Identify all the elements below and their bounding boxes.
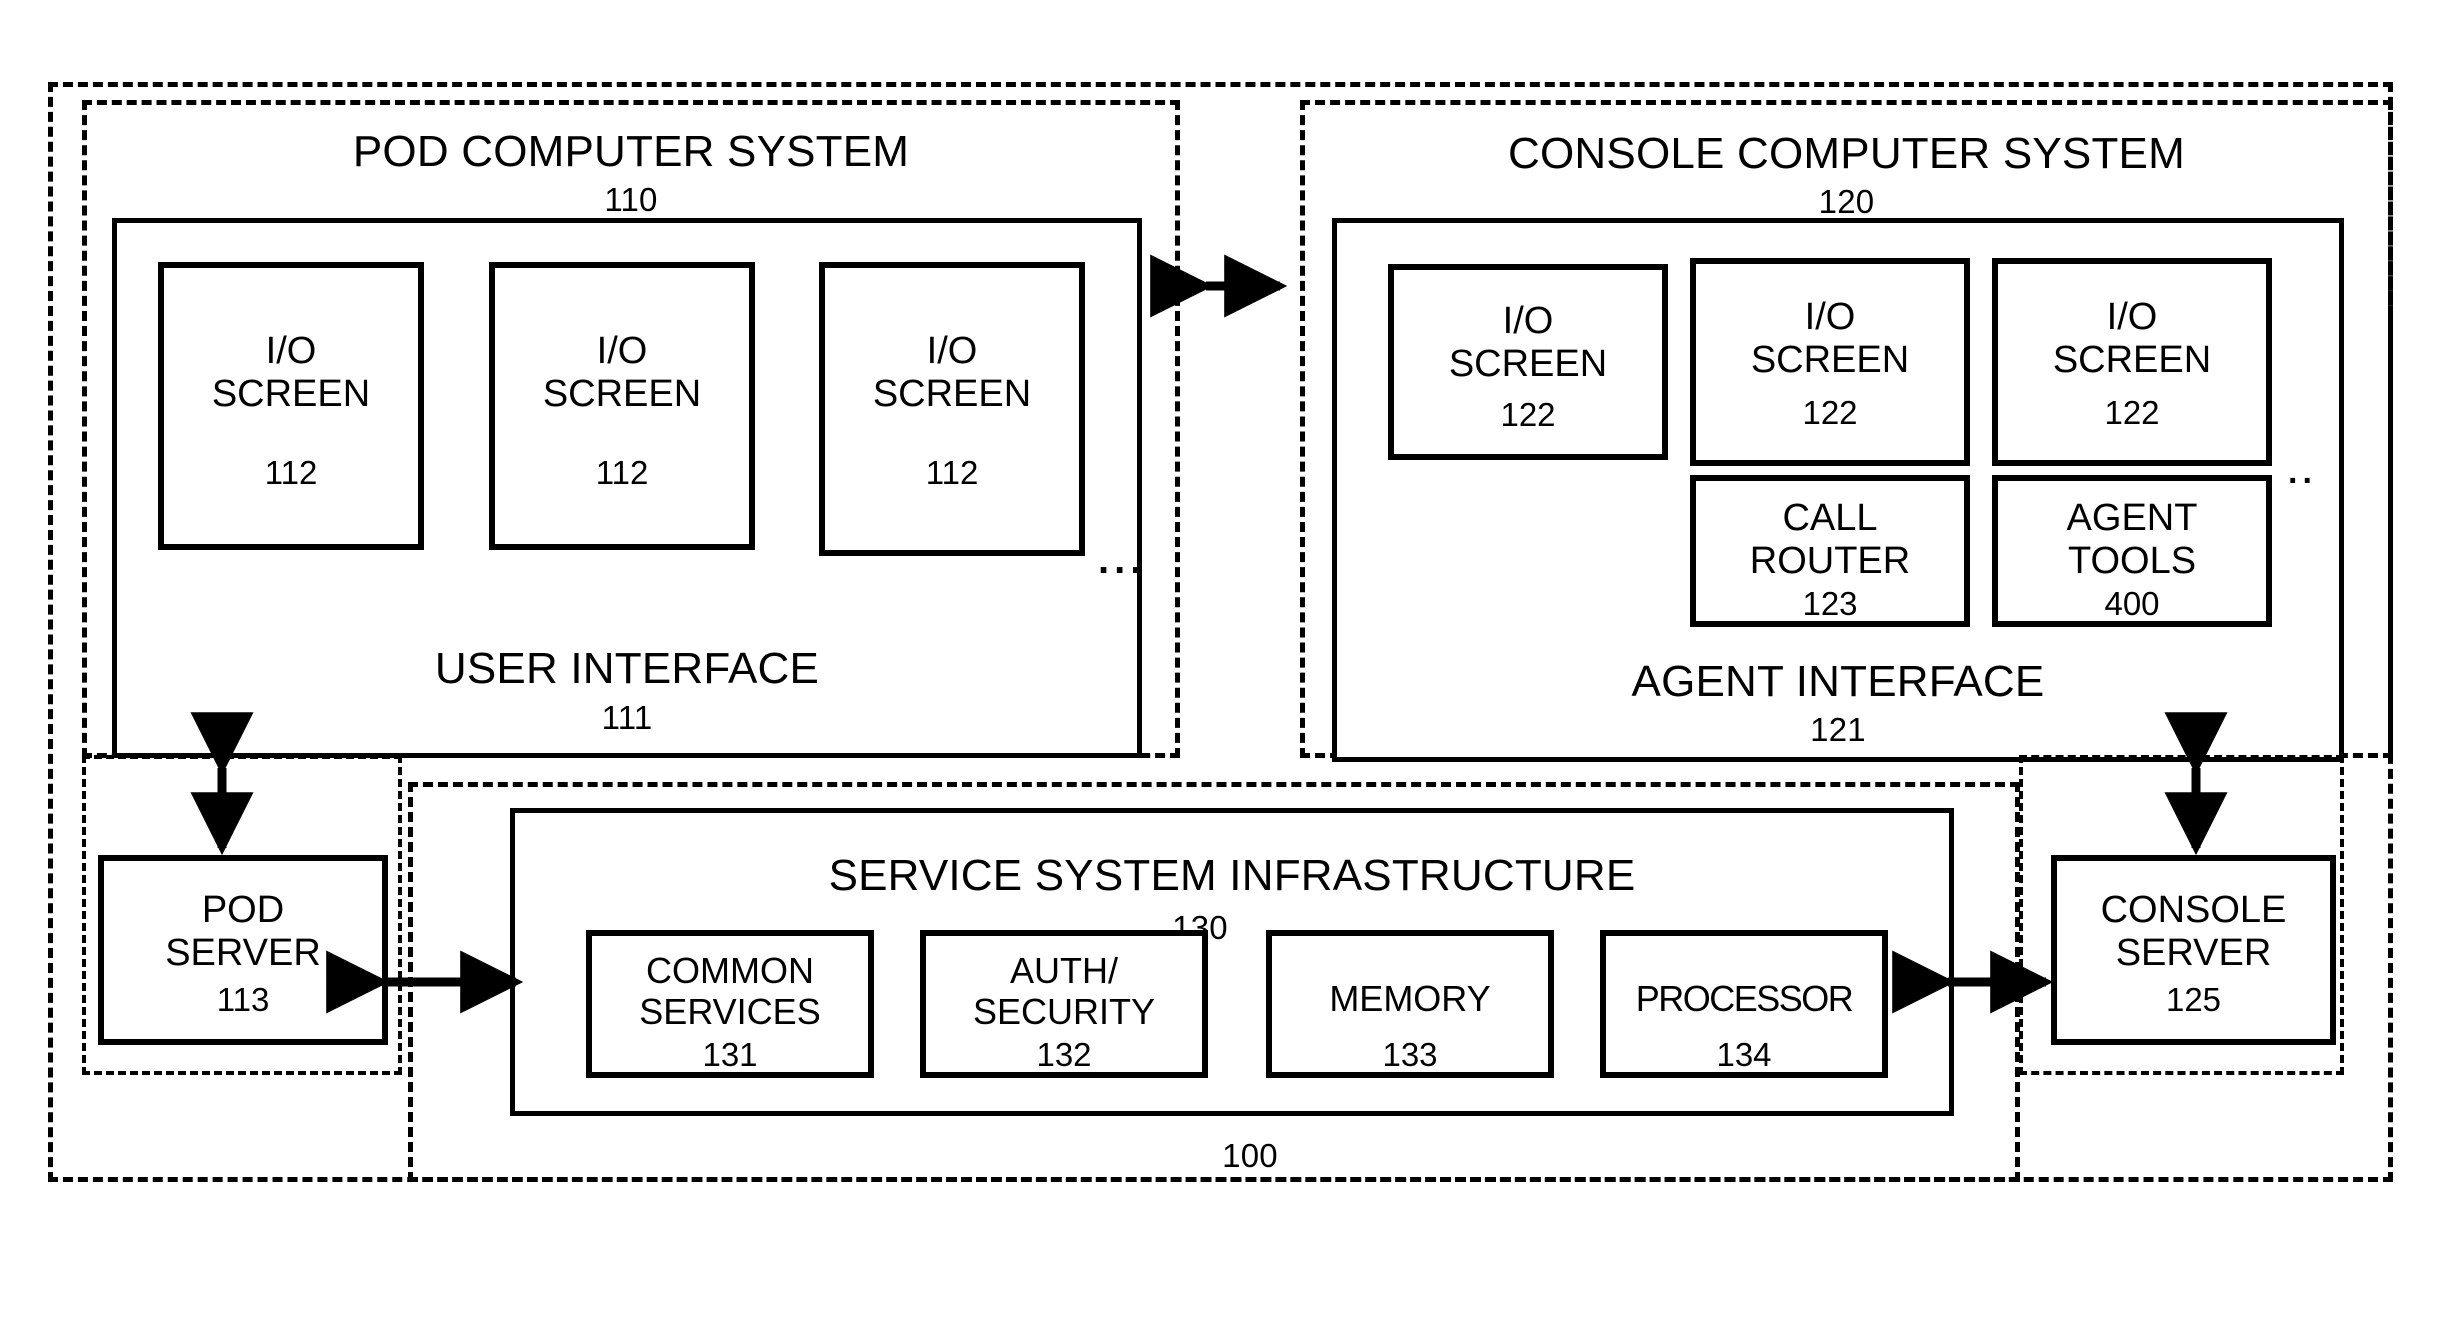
pod-server-box[interactable]: POD SERVER 113: [98, 855, 388, 1045]
pod-server-line1: POD: [201, 889, 285, 931]
console-io-screen-1-line1: I/O: [1502, 300, 1554, 342]
processor-box[interactable]: PROCESSOR 134: [1600, 930, 1888, 1078]
pod-io-screen-1-line1: I/O: [265, 330, 317, 372]
figure-canvas: POD COMPUTER SYSTEM 110 I/O SCREEN 112 I…: [0, 0, 2441, 1320]
pod-server-line2: SERVER: [165, 932, 321, 975]
console-io-screen-3[interactable]: I/O SCREEN 122: [1992, 258, 2272, 466]
console-io-screen-2[interactable]: I/O SCREEN 122: [1690, 258, 1970, 466]
pod-io-screen-2-line2: SCREEN: [542, 373, 702, 416]
pod-io-screen-2-line1: I/O: [596, 330, 648, 372]
console-computer-system-title: CONSOLE COMPUTER SYSTEM: [1508, 129, 2185, 178]
console-server-box[interactable]: CONSOLE SERVER 125: [2051, 855, 2336, 1045]
agent-tools-line1: AGENT: [2066, 497, 2198, 539]
common-services-ref: 131: [702, 1036, 758, 1073]
call-router-line2: ROUTER: [1749, 540, 1911, 583]
console-io-screen-3-line1: I/O: [2106, 296, 2158, 338]
call-router-ref: 123: [1802, 585, 1858, 622]
call-router-box[interactable]: CALL ROUTER 123: [1690, 475, 1970, 627]
service-infrastructure-title: SERVICE SYSTEM INFRASTRUCTURE: [828, 851, 1636, 900]
pod-io-screen-3-line1: I/O: [926, 330, 978, 372]
console-io-screen-3-line2: SCREEN: [2052, 339, 2212, 382]
pod-io-screen-3-line2: SCREEN: [872, 373, 1032, 416]
pod-server-ref: 113: [216, 981, 270, 1018]
pod-io-screen-2-ref: 112: [595, 454, 649, 491]
user-interface-ref: 111: [601, 699, 653, 736]
call-router-line1: CALL: [1782, 497, 1878, 539]
agent-interface-title: AGENT INTERFACE: [1631, 657, 2045, 706]
pod-io-screen-1[interactable]: I/O SCREEN 112: [158, 262, 424, 550]
pod-io-screen-3[interactable]: I/O SCREEN 112: [819, 262, 1085, 556]
console-io-screen-1-line2: SCREEN: [1448, 343, 1608, 386]
console-io-screen-2-line2: SCREEN: [1750, 339, 1910, 382]
agent-interface-ref: 121: [1810, 711, 1866, 748]
common-services-box[interactable]: COMMON SERVICES 131: [586, 930, 874, 1078]
auth-security-ref: 132: [1036, 1036, 1092, 1073]
overall-system-ref: 100: [1222, 1137, 1278, 1174]
processor-ref: 134: [1716, 1036, 1772, 1073]
console-io-screen-1[interactable]: I/O SCREEN 122: [1388, 264, 1668, 460]
memory-label: MEMORY: [1329, 978, 1491, 1019]
pod-io-screen-2[interactable]: I/O SCREEN 112: [489, 262, 755, 550]
console-io-screen-1-ref: 122: [1500, 396, 1556, 433]
pod-io-screen-1-line2: SCREEN: [211, 373, 371, 416]
memory-box[interactable]: MEMORY 133: [1266, 930, 1554, 1078]
agent-tools-ref: 400: [2104, 585, 2160, 622]
console-io-screen-2-line1: I/O: [1804, 296, 1856, 338]
console-io-screen-3-ref: 122: [2104, 394, 2160, 431]
processor-label: PROCESSOR: [1635, 978, 1854, 1019]
auth-security-box[interactable]: AUTH/ SECURITY 132: [920, 930, 1208, 1078]
agent-tools-line2: TOOLS: [2067, 540, 2197, 583]
pod-io-screen-1-ref: 112: [264, 454, 318, 491]
pod-computer-system-ref: 110: [604, 181, 658, 218]
auth-security-line2: SECURITY: [972, 991, 1156, 1033]
common-services-line1: COMMON: [646, 950, 814, 991]
console-server-line1: CONSOLE: [2100, 889, 2287, 931]
pod-io-screen-3-ref: 112: [925, 454, 979, 491]
memory-ref: 133: [1382, 1036, 1438, 1073]
agent-tools-box[interactable]: AGENT TOOLS 400: [1992, 475, 2272, 627]
console-server-ref: 125: [2165, 981, 2222, 1018]
console-server-line2: SERVER: [2115, 932, 2272, 975]
pod-computer-system-title: POD COMPUTER SYSTEM: [352, 127, 910, 176]
common-services-line2: SERVICES: [639, 991, 821, 1033]
console-io-screen-2-ref: 122: [1802, 394, 1858, 431]
console-io-screens-more-indicator: ..: [2288, 453, 2317, 491]
user-interface-title: USER INTERFACE: [434, 644, 820, 693]
auth-security-line1: AUTH/: [1010, 950, 1118, 991]
pod-io-screens-more-indicator: ...: [1098, 538, 1147, 582]
console-computer-system-ref: 120: [1818, 183, 1875, 220]
